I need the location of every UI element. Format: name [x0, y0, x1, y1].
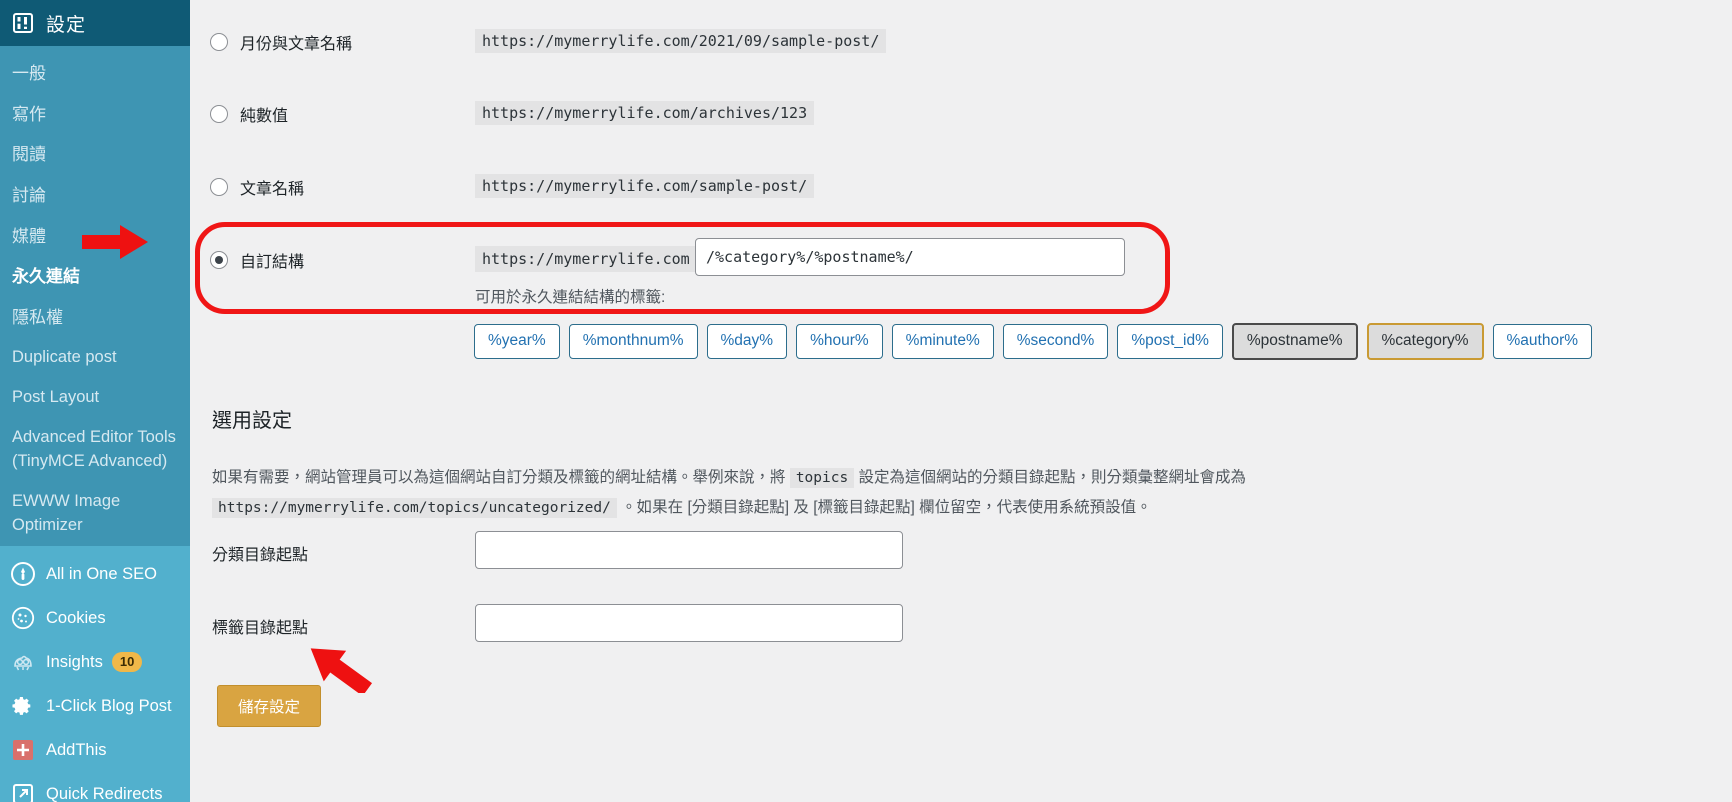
tag-button-hour[interactable]: %hour%	[796, 324, 883, 359]
sidebar-item-quick-redirects[interactable]: Quick Redirects	[0, 772, 190, 802]
tag-button-year[interactable]: %year%	[474, 324, 560, 359]
sidebar-item-general[interactable]: 一般	[0, 54, 190, 95]
sidebar-item-label: 1-Click Blog Post	[46, 696, 172, 715]
category-base-label: 分類目錄起點	[212, 547, 309, 564]
sidebar-header-settings[interactable]: 設定	[0, 0, 190, 46]
sidebar-item-insights[interactable]: Insights 10	[0, 640, 190, 684]
permalink-option-numeric[interactable]: 純數值	[210, 102, 288, 126]
annotation-arrow-save	[310, 648, 373, 693]
tag-button-monthnum[interactable]: %monthnum%	[568, 324, 698, 359]
aioseo-icon	[10, 561, 36, 587]
monsterinsights-icon	[10, 649, 36, 675]
sidebar-item-discussion[interactable]: 討論	[0, 176, 190, 217]
radio-numeric[interactable]	[210, 105, 228, 123]
admin-sidebar: 設定 一般 寫作 閱讀 討論 媒體 永久連結 隱私權 Duplicate pos…	[0, 0, 190, 802]
gear-icon	[10, 693, 36, 719]
settings-submenu: 一般 寫作 閱讀 討論 媒體 永久連結 隱私權 Duplicate post P…	[0, 46, 190, 546]
tag-button-author[interactable]: %author%	[1492, 324, 1593, 359]
addthis-plus-icon	[10, 737, 36, 763]
settings-sliders-icon	[12, 12, 34, 34]
optional-settings-title: 選用設定	[212, 410, 292, 432]
sidebar-item-label: All in One SEO	[46, 564, 157, 583]
permalink-option-custom-structure[interactable]: 自訂結構	[210, 248, 304, 272]
description-part-3: 。如果在 [分類目錄起點] 及 [標籤目錄起點] 欄位留空，代表使用系統預設值。	[621, 498, 1152, 516]
available-tags-label: 可用於永久連結結構的標籤:	[475, 289, 666, 306]
insights-badge: 10	[111, 651, 143, 673]
tag-button-postname[interactable]: %postname%	[1231, 323, 1358, 360]
radio-custom-structure[interactable]	[210, 251, 228, 269]
sidebar-item-permalinks[interactable]: 永久連結	[0, 257, 190, 298]
radio-month-and-name[interactable]	[210, 33, 228, 51]
permalink-option-label: 自訂結構	[240, 254, 305, 271]
sidebar-item-label: Cookies	[46, 608, 106, 627]
tag-button-category[interactable]: %category%	[1366, 323, 1484, 360]
sidebar-item-writing[interactable]: 寫作	[0, 95, 190, 136]
permalink-option-label: 月份與文章名稱	[240, 36, 353, 53]
description-code-topics: topics	[789, 467, 855, 488]
description-part-2: 設定為這個網站的分類目錄起點，則分類彙整網址會成為	[858, 468, 1247, 486]
permalink-url-post-name: https://mymerrylife.com/sample-post/	[475, 174, 815, 198]
description-code-example-url: https://mymerrylife.com/topics/uncategor…	[212, 497, 617, 518]
description-part-1: 如果有需要，網站管理員可以為這個網站自訂分類及標籤的網址結構。舉例來說，將	[212, 468, 786, 486]
structure-tag-buttons: %year% %monthnum% %day% %hour% %minute% …	[474, 323, 1593, 360]
sidebar-item-1-click-blog-post[interactable]: 1-Click Blog Post	[0, 684, 190, 728]
tag-button-post-id[interactable]: %post_id%	[1117, 324, 1223, 359]
sidebar-item-advanced-editor-tools[interactable]: Advanced Editor Tools (TinyMCE Advanced)	[0, 418, 190, 482]
permalink-settings-content: 月份與文章名稱 https://mymerrylife.com/2021/09/…	[190, 0, 1732, 802]
tag-base-label: 標籤目錄起點	[212, 620, 309, 637]
annotation-arrow-permalinks	[82, 225, 148, 259]
sidebar-item-ewww-image-optimizer[interactable]: EWWW Image Optimizer	[0, 482, 190, 546]
tag-base-input[interactable]	[475, 604, 903, 642]
cookie-icon	[10, 605, 36, 631]
tag-button-second[interactable]: %second%	[1002, 324, 1109, 359]
permalink-option-month-and-name[interactable]: 月份與文章名稱	[210, 30, 352, 54]
sidebar-item-post-layout[interactable]: Post Layout	[0, 378, 190, 418]
sidebar-header-title: 設定	[46, 14, 87, 36]
sidebar-item-label: AddThis	[46, 740, 107, 759]
wordpress-permalink-settings-page: 設定 一般 寫作 閱讀 討論 媒體 永久連結 隱私權 Duplicate pos…	[0, 0, 1732, 802]
tag-button-minute[interactable]: %minute%	[891, 324, 994, 359]
sidebar-item-label: Quick Redirects	[46, 784, 163, 802]
permalink-url-month-and-name: https://mymerrylife.com/2021/09/sample-p…	[475, 29, 887, 53]
custom-structure-input[interactable]	[695, 238, 1125, 276]
sidebar-item-addthis[interactable]: AddThis	[0, 728, 190, 772]
permalink-url-numeric: https://mymerrylife.com/archives/123	[475, 101, 815, 125]
sidebar-item-duplicate-post[interactable]: Duplicate post	[0, 338, 190, 378]
external-link-icon	[10, 781, 36, 802]
radio-post-name[interactable]	[210, 178, 228, 196]
sidebar-item-privacy[interactable]: 隱私權	[0, 298, 190, 339]
category-base-input[interactable]	[475, 531, 903, 569]
permalink-option-post-name[interactable]: 文章名稱	[210, 175, 304, 199]
sidebar-plugin-menu: All in One SEO Cookies Insights 10 1-Cli…	[0, 546, 190, 802]
permalink-option-label: 純數值	[240, 108, 289, 125]
sidebar-item-all-in-one-seo[interactable]: All in One SEO	[0, 552, 190, 596]
tag-button-day[interactable]: %day%	[706, 324, 788, 359]
sidebar-item-reading[interactable]: 閱讀	[0, 135, 190, 176]
custom-structure-prefix: https://mymerrylife.com	[475, 246, 697, 272]
sidebar-item-label: Insights	[46, 652, 103, 671]
optional-settings-description: 如果有需要，網站管理員可以為這個網站自訂分類及標籤的網址結構。舉例來說，將 to…	[212, 463, 1552, 523]
permalink-option-label: 文章名稱	[240, 181, 305, 198]
sidebar-item-cookies[interactable]: Cookies	[0, 596, 190, 640]
